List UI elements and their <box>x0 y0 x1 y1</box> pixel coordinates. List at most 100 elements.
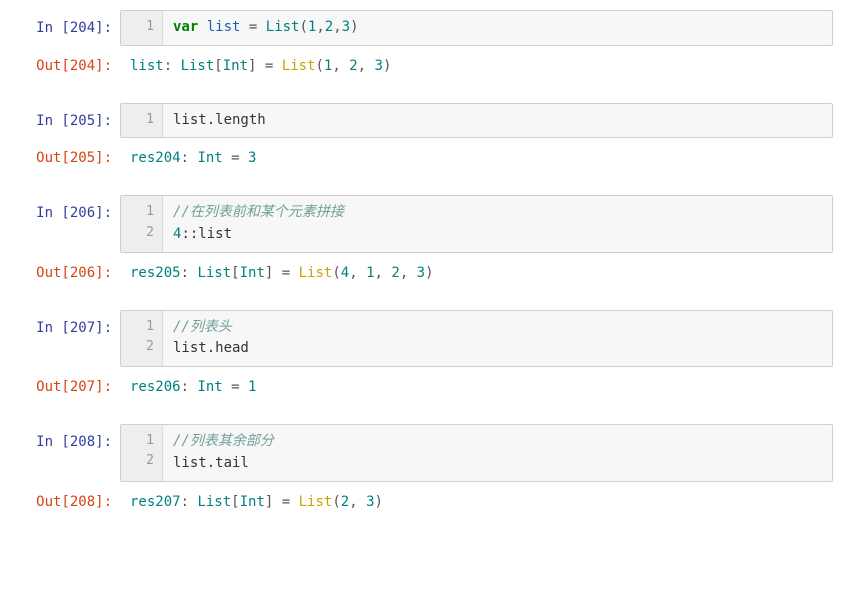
code-token: List <box>266 19 300 35</box>
code-token: , <box>316 19 324 35</box>
line-number: 1 <box>121 110 154 130</box>
in-prompt: In [206]: <box>10 195 120 252</box>
output-text: list: List[Int] = List(1, 2, 3) <box>120 48 833 81</box>
code-editor[interactable]: //列表头 list.head <box>163 311 832 366</box>
code-token: , <box>358 58 375 74</box>
cell-block: In [207]:12//列表头list.headOut[207]:res206… <box>10 310 833 402</box>
code-token: Int <box>240 494 265 510</box>
code-line[interactable]: //列表头 <box>173 317 822 339</box>
code-input-area[interactable]: 12//列表其余部分list.tail <box>120 424 833 481</box>
in-prompt: In [204]: <box>10 10 120 46</box>
output-cell: Out[208]:res207: List[Int] = List(2, 3) <box>10 484 833 517</box>
code-token <box>240 19 248 35</box>
code-token: 2 <box>341 494 349 510</box>
code-token: res206 <box>130 379 181 395</box>
code-line[interactable]: //列表其余部分 <box>173 431 822 453</box>
code-token: ) <box>375 494 383 510</box>
code-token: 1 <box>366 265 374 281</box>
code-token: //在列表前和某个元素拼接 <box>173 204 344 220</box>
line-number: 2 <box>121 337 154 357</box>
code-editor[interactable]: list.length <box>163 104 832 138</box>
code-token: 2 <box>391 265 399 281</box>
output-cell: Out[205]:res204: Int = 3 <box>10 140 833 173</box>
code-editor[interactable]: var list = List(1,2,3) <box>163 11 832 45</box>
code-token: ::list <box>181 226 232 242</box>
code-token: [ <box>214 58 222 74</box>
code-line[interactable]: //在列表前和某个元素拼接 <box>173 202 822 224</box>
output-cell: Out[204]:list: List[Int] = List(1, 2, 3) <box>10 48 833 81</box>
code-input-area[interactable]: 12//在列表前和某个元素拼接4::list <box>120 195 833 252</box>
code-line[interactable]: var list = List(1,2,3) <box>173 17 822 39</box>
code-token: res207 <box>130 494 181 510</box>
line-gutter: 12 <box>121 311 163 366</box>
output-text: res204: Int = 3 <box>120 140 833 173</box>
output-cell: Out[206]:res205: List[Int] = List(4, 1, … <box>10 255 833 288</box>
input-cell: In [205]:1 list.length <box>10 103 833 139</box>
line-number: 2 <box>121 451 154 471</box>
code-input-area[interactable]: 12 //列表头 list.head <box>120 310 833 367</box>
input-cell: In [206]:12//在列表前和某个元素拼接4::list <box>10 195 833 252</box>
out-prompt: Out[206]: <box>10 255 120 288</box>
code-token <box>257 19 265 35</box>
code-token: List <box>197 265 231 281</box>
code-token: list <box>130 58 164 74</box>
output-text: res206: Int = 1 <box>120 369 833 402</box>
out-prompt: Out[204]: <box>10 48 120 81</box>
cell-block: In [206]:12//在列表前和某个元素拼接4::listOut[206]:… <box>10 195 833 287</box>
cell-block: In [208]:12//列表其余部分list.tailOut[208]:res… <box>10 424 833 516</box>
code-token: ) <box>383 58 391 74</box>
code-line[interactable]: list.length <box>173 110 822 132</box>
code-token: : <box>181 150 198 166</box>
line-number: 2 <box>121 223 154 243</box>
code-line[interactable]: 4::list <box>173 224 822 246</box>
code-token: res205 <box>130 265 181 281</box>
code-token: //列表头 <box>173 319 232 335</box>
code-token: Int <box>223 58 248 74</box>
in-prompt: In [208]: <box>10 424 120 481</box>
output-text: res205: List[Int] = List(4, 1, 2, 3) <box>120 255 833 288</box>
code-token <box>198 19 206 35</box>
line-number: 1 <box>121 202 154 222</box>
code-token: list.head <box>173 340 249 356</box>
code-token: , <box>349 494 366 510</box>
code-token: , <box>349 265 366 281</box>
code-editor[interactable]: //列表其余部分 list.tail <box>163 425 832 480</box>
in-prompt: In [205]: <box>10 103 120 139</box>
code-token: [ <box>231 265 239 281</box>
code-token: //列表其余部分 <box>173 433 274 449</box>
code-token: 3 <box>342 19 350 35</box>
code-token: , <box>332 58 349 74</box>
code-token: ) <box>350 19 358 35</box>
line-number: 1 <box>121 317 154 337</box>
code-token: list.length <box>173 112 266 128</box>
code-input-area[interactable]: 1 list.length <box>120 103 833 139</box>
code-token: 3 <box>375 58 383 74</box>
line-number: 1 <box>121 17 154 37</box>
code-token: ( <box>332 265 340 281</box>
code-token: 2 <box>349 58 357 74</box>
line-gutter: 12 <box>121 196 163 251</box>
code-token: = <box>273 494 298 510</box>
code-line[interactable]: list.head <box>173 338 822 360</box>
code-token: [ <box>231 494 239 510</box>
code-token: : <box>181 494 198 510</box>
code-token: 3 <box>366 494 374 510</box>
code-token: list.tail <box>173 455 249 471</box>
code-token: List <box>197 494 231 510</box>
code-token: = <box>273 265 298 281</box>
in-prompt: In [207]: <box>10 310 120 367</box>
code-token: 3 <box>417 265 425 281</box>
code-token: list <box>207 19 241 35</box>
code-token: 3 <box>248 150 256 166</box>
output-text: res207: List[Int] = List(2, 3) <box>120 484 833 517</box>
code-token: ( <box>299 19 307 35</box>
code-editor[interactable]: //在列表前和某个元素拼接4::list <box>163 196 832 251</box>
code-input-area[interactable]: 1var list = List(1,2,3) <box>120 10 833 46</box>
code-token: , <box>400 265 417 281</box>
code-token: var <box>173 19 198 35</box>
code-token: = <box>256 58 281 74</box>
code-token: List <box>299 265 333 281</box>
code-token: 2 <box>325 19 333 35</box>
code-line[interactable]: list.tail <box>173 453 822 475</box>
code-token: List <box>181 58 215 74</box>
